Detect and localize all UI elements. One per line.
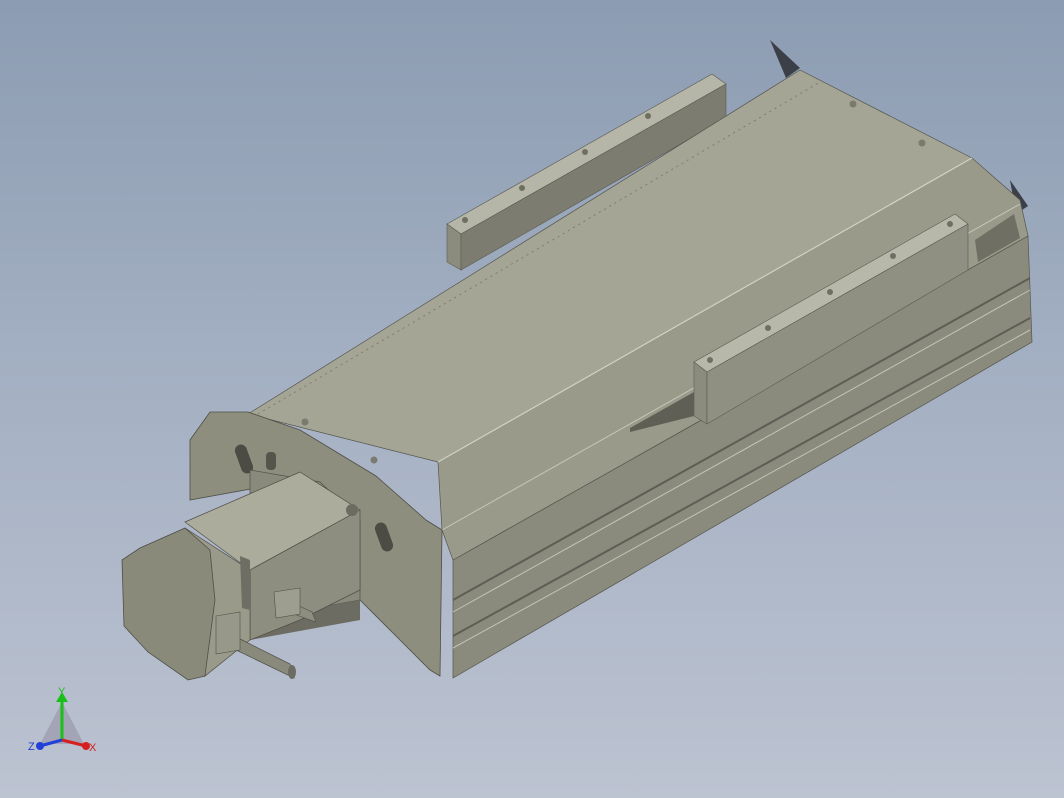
orientation-triad[interactable]: Y X Z <box>22 684 112 764</box>
x-axis-label: X <box>89 742 97 754</box>
model-scene[interactable] <box>0 0 1064 798</box>
z-axis-label: Z <box>28 741 35 753</box>
y-axis-label: Y <box>58 686 66 698</box>
back-fin-top <box>770 40 800 78</box>
cad-3d-viewport[interactable]: Y X Z <box>0 0 1064 798</box>
